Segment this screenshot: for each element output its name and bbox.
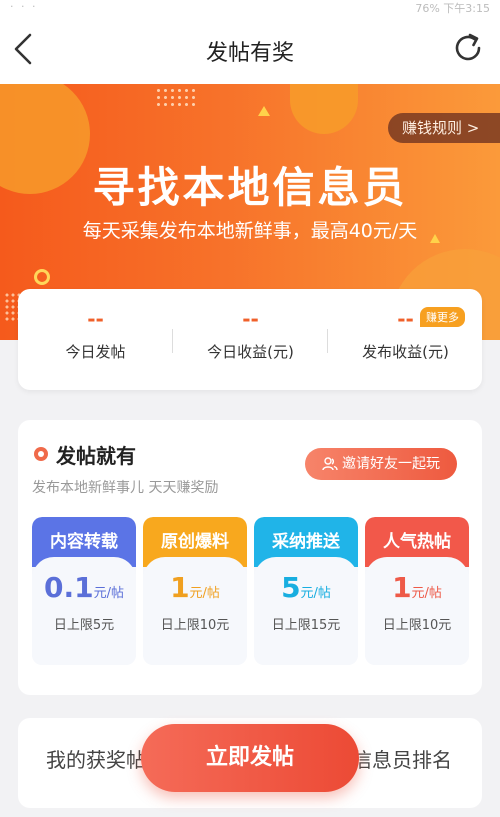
stat-today-posts: -- 今日发帖 xyxy=(18,307,173,362)
stats-card: -- 今日发帖 -- 今日收益(元) -- 发布收益(元) 赚更多 xyxy=(18,289,482,390)
stat-value: -- xyxy=(242,307,259,331)
bullet-icon xyxy=(34,447,48,461)
decor-dots xyxy=(155,87,195,109)
stat-label: 发布收益(元) xyxy=(362,343,449,361)
earning-rules-button[interactable]: 赚钱规则 > xyxy=(388,113,500,143)
refresh-icon xyxy=(455,33,481,61)
nav-bar: 发帖有奖 xyxy=(0,14,500,84)
tile-body: 0.1元/帖 日上限5元 xyxy=(32,557,136,665)
tile-unit: 元/帖 xyxy=(300,586,331,601)
stat-label: 今日收益(元) xyxy=(207,343,294,361)
decor-triangle xyxy=(258,106,270,116)
tile-unit: 元/帖 xyxy=(411,586,442,601)
tile-price: 5 xyxy=(281,571,301,604)
banner-subtitle: 每天采集发布本地新鲜事，最高40元/天 xyxy=(82,220,418,242)
stat-label: 今日发帖 xyxy=(65,343,126,361)
tile-body: 1元/帖 日上限10元 xyxy=(143,557,247,665)
users-icon xyxy=(322,457,338,471)
invite-label: 邀请好友一起玩 xyxy=(342,456,440,472)
status-icons: · · · xyxy=(10,0,38,13)
status-bar: · · · 76% 下午3:15 xyxy=(0,0,500,15)
tile-unit: 元/帖 xyxy=(93,586,124,601)
section-title: 发帖就有 xyxy=(56,444,136,468)
reward-tile-repost[interactable]: 内容转载 0.1元/帖 日上限5元 xyxy=(32,517,136,665)
tile-price: 0.1 xyxy=(44,571,94,604)
reporter-ranking-link[interactable]: 信息员排名 xyxy=(352,744,452,773)
reward-tile-accepted[interactable]: 采纳推送 5元/帖 日上限15元 xyxy=(254,517,358,665)
my-winning-posts-link[interactable]: 我的获奖帖 xyxy=(46,744,146,773)
decor-circle xyxy=(290,84,358,134)
page-title: 发帖有奖 xyxy=(205,41,294,66)
tile-body: 5元/帖 日上限15元 xyxy=(254,557,358,665)
tile-limit: 日上限5元 xyxy=(53,618,115,633)
section-subtitle: 发布本地新鲜事儿 天天赚奖励 xyxy=(32,480,219,496)
tile-body: 1元/帖 日上限10元 xyxy=(365,557,469,665)
tile-price: 1 xyxy=(392,571,412,604)
tile-limit: 日上限10元 xyxy=(160,618,230,633)
reward-tile-hot[interactable]: 人气热帖 1元/帖 日上限10元 xyxy=(365,517,469,665)
stat-value: -- xyxy=(87,307,104,331)
stat-today-earnings: -- 今日收益(元) xyxy=(173,307,328,362)
tile-price: 1 xyxy=(170,571,190,604)
tile-limit: 日上限15元 xyxy=(271,618,341,633)
earn-section: 发帖就有 发布本地新鲜事儿 天天赚奖励 邀请好友一起玩 内容转载 0.1元/帖 … xyxy=(18,420,482,695)
reward-tile-original[interactable]: 原创爆料 1元/帖 日上限10元 xyxy=(143,517,247,665)
refresh-button[interactable] xyxy=(450,30,486,66)
banner-title: 寻找本地信息员 xyxy=(92,163,408,212)
tile-limit: 日上限10元 xyxy=(382,618,452,633)
invite-friends-button[interactable]: 邀请好友一起玩 xyxy=(305,448,457,480)
tile-unit: 元/帖 xyxy=(189,586,220,601)
earn-more-badge[interactable]: 赚更多 xyxy=(420,307,465,327)
decor-ring xyxy=(34,269,50,285)
post-now-button[interactable]: 立即发帖 xyxy=(141,724,359,792)
